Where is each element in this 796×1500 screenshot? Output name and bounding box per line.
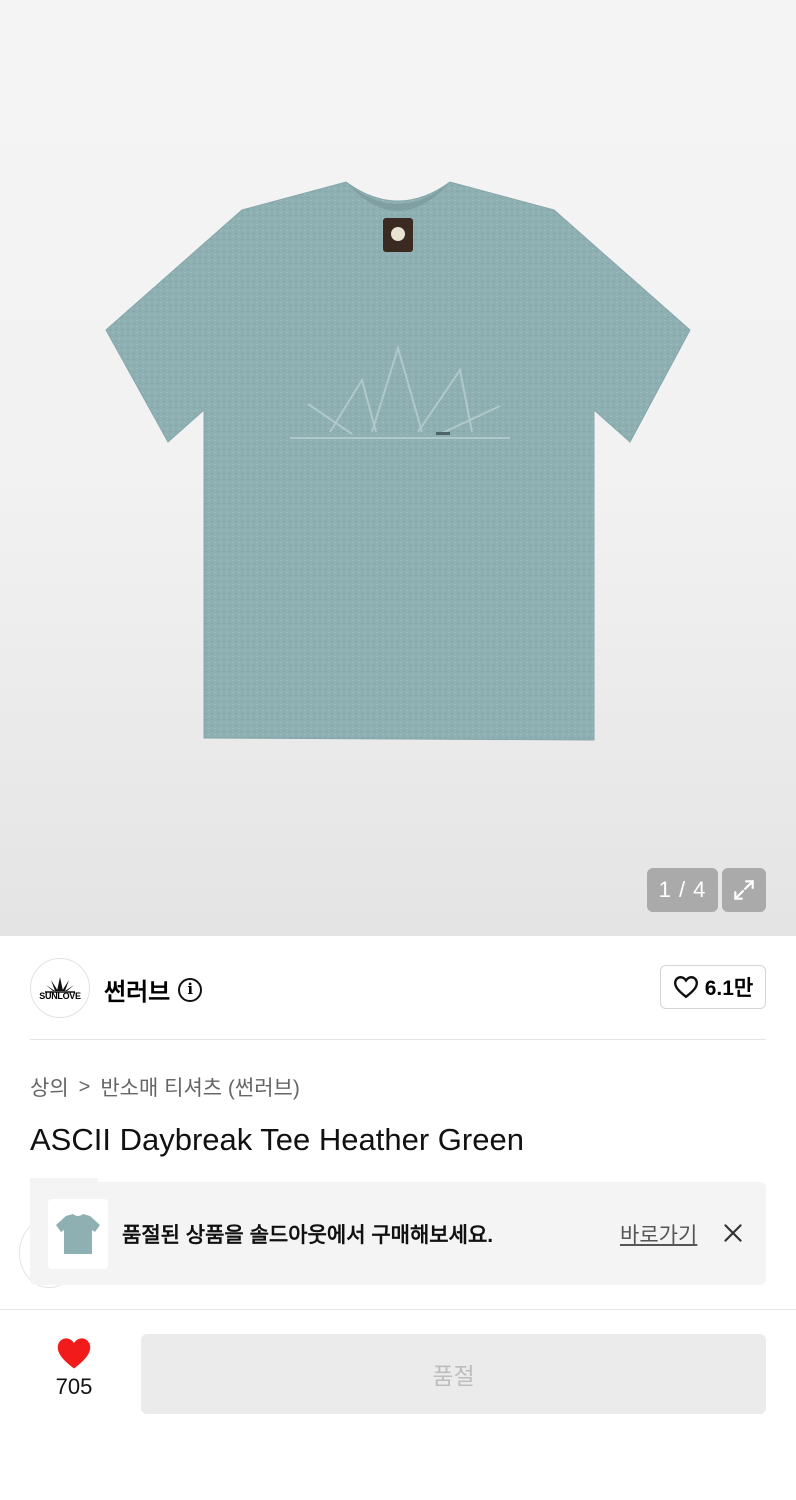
brand-like-button[interactable]: 6.1만 [660, 965, 766, 1009]
breadcrumb-separator: > [78, 1075, 91, 1098]
expand-icon [734, 880, 754, 900]
brand-row: SUNLOVE 썬러브 i 6.1만 [30, 958, 766, 1018]
brand-logo-text: SUNLOVE [39, 991, 81, 1001]
bottom-bar-divider [0, 1309, 796, 1310]
product-title: ASCII Daybreak Tee Heather Green [30, 1122, 524, 1157]
brand-logo[interactable]: SUNLOVE [30, 958, 90, 1018]
breadcrumb-subcategory[interactable]: 반소매 티셔츠 (썬러브) [100, 1072, 300, 1102]
banner-thumbnail [48, 1199, 108, 1269]
heart-filled-icon [57, 1338, 91, 1369]
tshirt-thumbnail-icon [56, 1214, 100, 1254]
go-to-soldout-link[interactable]: 바로가기 [620, 1219, 697, 1249]
soldout-banner: 품절된 상품을 솔드아웃에서 구매해보세요. 바로가기 [30, 1182, 766, 1285]
breadcrumb-category[interactable]: 상의 [30, 1072, 69, 1102]
product-image[interactable] [100, 170, 696, 750]
page-indicator: 1 / 4 [647, 868, 718, 912]
divider [30, 1039, 766, 1040]
heart-outline-icon [673, 976, 698, 999]
breadcrumb: 상의 > 반소매 티셔츠 (썬러브) [30, 1072, 300, 1102]
like-button[interactable]: 705 [38, 1336, 110, 1400]
soldout-button[interactable]: 품절 [141, 1334, 766, 1414]
info-icon[interactable]: i [178, 977, 203, 1002]
brand-like-count: 6.1만 [704, 977, 754, 1000]
soldout-banner-message: 품절된 상품을 솔드아웃에서 구매해보세요. [122, 1224, 494, 1247]
like-count: 705 [55, 1374, 93, 1399]
expand-button[interactable] [722, 868, 766, 912]
product-image-gallery[interactable]: 1 / 4 [0, 0, 796, 936]
brand-name-link[interactable]: 썬러브 i [104, 972, 203, 1007]
brand-name: 썬러브 [104, 979, 171, 1006]
close-icon[interactable] [720, 1220, 746, 1246]
